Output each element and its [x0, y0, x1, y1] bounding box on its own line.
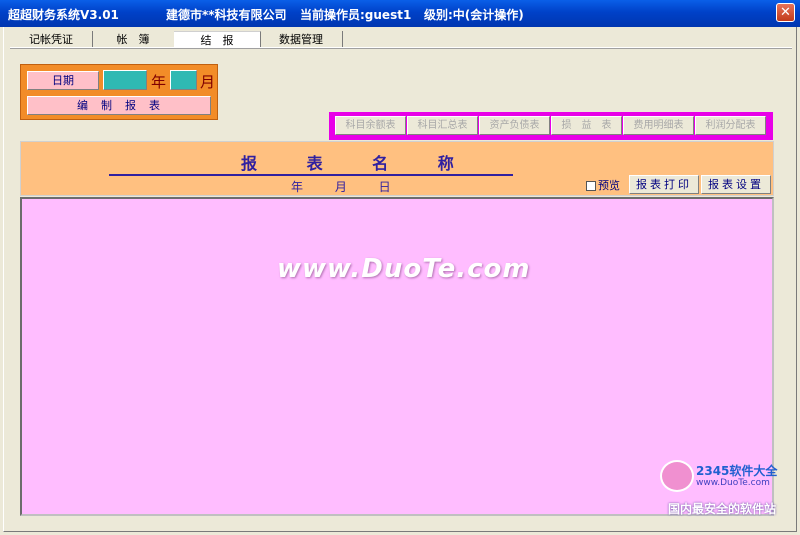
expense-detail-button[interactable]: 费用明细表	[623, 116, 694, 135]
checkbox-box[interactable]	[586, 181, 596, 191]
date-panel: 日期 年 月 编 制 报 表	[20, 64, 218, 120]
logo-slogan: 国内最安全的软件站	[668, 502, 777, 516]
title-bar: 超超财务系统V3.01 建德市**科技有限公司 当前操作员:guest1 级别:…	[0, 0, 800, 27]
preview-label: 预览	[598, 179, 620, 192]
tab-divider	[10, 47, 792, 49]
year-unit: 年	[151, 73, 167, 91]
compile-report-button[interactable]: 编 制 报 表	[27, 96, 211, 115]
site-logo: 2345软件大全 www.DuoTe.com 国内最安全的软件站	[660, 458, 800, 535]
logo-url: www.DuoTe.com	[696, 478, 770, 488]
report-title: 报 表 名 称	[241, 154, 476, 173]
mascot-icon	[660, 460, 694, 492]
level-label: 级别:中(会计操作)	[424, 8, 524, 22]
report-date: 年 月 日	[291, 180, 405, 194]
profit-distribution-button[interactable]: 利润分配表	[695, 116, 766, 135]
report-settings-button[interactable]: 报表设置	[701, 175, 771, 194]
year-input[interactable]	[103, 70, 147, 90]
month-input[interactable]	[170, 70, 197, 90]
company-name: 建德市**科技有限公司	[166, 8, 287, 22]
title-underline	[109, 174, 513, 176]
report-header: 报 表 名 称 年 月 日 预览 报表打印 报表设置	[20, 141, 774, 196]
balance-sheet-button[interactable]: 资产负债表	[479, 116, 550, 135]
trial-balance-button[interactable]: 科目余额表	[335, 116, 406, 135]
income-statement-button[interactable]: 损 益 表	[551, 116, 622, 135]
watermark-text: www.DuoTe.com	[277, 254, 531, 284]
app-title: 超超财务系统V3.01	[8, 8, 119, 22]
report-type-toolbar: 科目余额表 科目汇总表 资产负债表 损 益 表 费用明细表 利润分配表	[329, 112, 773, 140]
tab-data-management[interactable]: 数据管理	[260, 31, 343, 48]
close-button[interactable]: ✕	[776, 3, 795, 22]
operator-label: 当前操作员:guest1	[300, 8, 412, 22]
date-label: 日期	[27, 71, 99, 90]
logo-name: 2345软件大全	[696, 464, 778, 478]
month-unit: 月	[200, 73, 216, 91]
preview-checkbox[interactable]: 预览	[586, 177, 620, 193]
tab-vouchers[interactable]: 记帐凭证	[10, 31, 93, 48]
tab-ledgers[interactable]: 帐 簿	[92, 31, 175, 48]
account-summary-button[interactable]: 科目汇总表	[407, 116, 478, 135]
print-report-button[interactable]: 报表打印	[629, 175, 699, 194]
